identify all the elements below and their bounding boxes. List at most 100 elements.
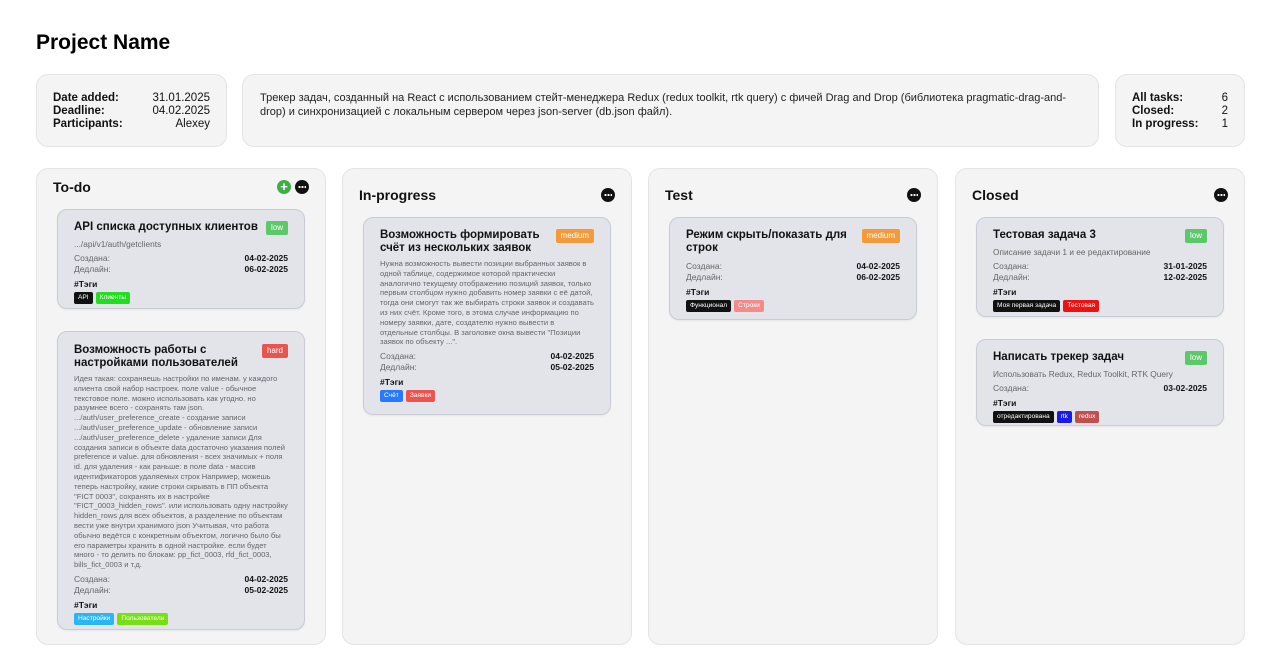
created-value: 03-02-2025: [1163, 383, 1207, 394]
created-label: Создана:: [993, 261, 1029, 272]
stat-value: 6: [1221, 92, 1228, 104]
created-label: Создана:: [380, 351, 416, 362]
column-title: Test: [665, 187, 693, 203]
deadline-value: 05-02-2025: [244, 584, 288, 595]
stat-value: 2: [1221, 105, 1228, 117]
created-value: 04-02-2025: [550, 351, 594, 362]
priority-badge: low: [1184, 229, 1207, 243]
stat-row-in-progress: In progress: 1: [1132, 118, 1228, 131]
stat-label: In progress:: [1132, 118, 1199, 130]
created-label: Создана:: [993, 383, 1029, 394]
plus-icon[interactable]: +: [277, 180, 291, 194]
task-description: Идея такая: сохраняешь настройки по имен…: [74, 374, 288, 570]
column-title: In-progress: [359, 187, 437, 203]
column-title: Closed: [972, 187, 1019, 203]
tag: API: [74, 292, 93, 305]
meta-value: 31.01.2025: [152, 92, 210, 104]
created-value: 31-01-2025: [1163, 261, 1207, 272]
stat-label: Closed:: [1132, 105, 1175, 117]
meta-label: Date added:: [53, 92, 119, 104]
column-closed[interactable]: Closed Тестовая задача 3 low Описание за…: [955, 168, 1245, 645]
stat-value: 1: [1221, 118, 1228, 130]
task-title: Тестовая задача 3: [993, 229, 1096, 241]
task-description: Описание задачи 1 и ее редактирование: [993, 247, 1151, 257]
more-icon[interactable]: [1214, 188, 1228, 202]
tag: Тестовая: [1063, 300, 1100, 313]
task-description: Нужна возможность вывести позиции выбран…: [380, 259, 594, 347]
deadline-label: Дедлайн:: [380, 362, 417, 373]
task-title: Режим скрыть/показать для строк: [686, 229, 847, 254]
stat-row-closed: Closed: 2: [1132, 105, 1228, 118]
column-in-progress[interactable]: In-progress Возможность формировать счёт…: [342, 168, 632, 645]
deadline-label: Дедлайн:: [993, 272, 1030, 283]
tags-label: #Тэги: [74, 279, 98, 290]
column-title: To-do: [53, 179, 91, 195]
stat-row-all: All tasks: 6: [1132, 92, 1228, 105]
meta-row-deadline: Deadline: 04.02.2025: [53, 105, 210, 118]
more-icon[interactable]: [295, 180, 309, 194]
task-card[interactable]: Режим скрыть/показать для строк medium С…: [669, 217, 917, 320]
deadline-value: 06-02-2025: [856, 272, 900, 282]
stat-label: All tasks:: [1132, 92, 1184, 104]
tag: redux: [1074, 411, 1100, 424]
deadline-value: 06-02-2025: [244, 264, 288, 275]
project-stats-card: All tasks: 6 Closed: 2 In progress: 1: [1115, 74, 1245, 147]
deadline-label: Дедлайн:: [686, 272, 723, 282]
priority-badge: low: [1184, 351, 1207, 365]
task-card[interactable]: Возможность работы с настройками пользов…: [57, 331, 305, 630]
tag: отредактирована: [993, 411, 1054, 424]
tag: Настройки: [74, 612, 115, 625]
task-card[interactable]: API списка доступных клиентов low .../ap…: [57, 209, 305, 309]
task-description: .../api/v1/auth/getclients: [74, 239, 162, 249]
column-todo[interactable]: To-do + API списка доступных клиентов lo…: [36, 168, 326, 645]
task-card[interactable]: Тестовая задача 3 low Описание задачи 1 …: [976, 217, 1224, 317]
more-icon[interactable]: [907, 188, 921, 202]
meta-value: Alexey: [175, 118, 210, 130]
priority-badge: low: [265, 221, 288, 235]
tag: Счёт: [380, 390, 403, 403]
task-description: Использовать Redux, Redux Toolkit, RTK Q…: [993, 369, 1173, 379]
project-description: Трекер задач, созданный на React с испол…: [260, 92, 1067, 118]
created-label: Создана:: [686, 261, 722, 271]
tag: Моя первая задача: [993, 300, 1061, 313]
created-value: 04-02-2025: [856, 261, 900, 271]
page-title: Project Name: [36, 31, 171, 54]
created-label: Создана:: [74, 573, 110, 584]
task-title: Возможность работы с настройками пользов…: [74, 344, 238, 369]
priority-badge: medium: [861, 229, 900, 243]
priority-badge: hard: [261, 344, 288, 358]
meta-value: 04.02.2025: [152, 105, 210, 117]
created-label: Создана:: [74, 253, 110, 264]
project-meta-card: Date added: 31.01.2025 Deadline: 04.02.2…: [36, 74, 227, 147]
tag: Строки: [734, 300, 764, 312]
tags-label: #Тэги: [380, 377, 404, 388]
deadline-value: 05-02-2025: [550, 362, 594, 373]
meta-label: Participants:: [53, 118, 123, 130]
task-card[interactable]: Возможность формировать счёт из нескольк…: [363, 217, 611, 415]
tag: rtk: [1056, 411, 1072, 424]
meta-row-participants: Participants: Alexey: [53, 118, 210, 131]
more-icon[interactable]: [601, 188, 615, 202]
meta-row-date-added: Date added: 31.01.2025: [53, 92, 210, 105]
column-test[interactable]: Test Режим скрыть/показать для строк med…: [648, 168, 938, 645]
project-description-card: Трекер задач, созданный на React с испол…: [242, 74, 1099, 147]
task-title: Возможность формировать счёт из нескольк…: [380, 229, 540, 254]
tags-label: #Тэги: [993, 287, 1017, 298]
task-title: Написать трекер задач: [993, 351, 1125, 363]
tag: Пользователи: [117, 612, 169, 625]
created-value: 04-02-2025: [244, 253, 288, 264]
tag: Заявки: [405, 390, 436, 403]
deadline-label: Дедлайн:: [74, 584, 111, 595]
task-card[interactable]: Написать трекер задач low Использовать R…: [976, 339, 1224, 426]
tag: Клиенты: [95, 292, 131, 305]
tags-label: #Тэги: [74, 599, 98, 610]
task-title: API списка доступных клиентов: [74, 221, 258, 233]
tag: Функционал: [686, 300, 732, 312]
tags-label: #Тэги: [993, 398, 1017, 409]
priority-badge: medium: [555, 229, 594, 243]
deadline-label: Дедлайн:: [74, 264, 111, 275]
meta-label: Deadline:: [53, 105, 105, 117]
deadline-value: 12-02-2025: [1163, 272, 1207, 283]
created-value: 04-02-2025: [244, 573, 288, 584]
tags-label: #Тэги: [686, 287, 710, 297]
